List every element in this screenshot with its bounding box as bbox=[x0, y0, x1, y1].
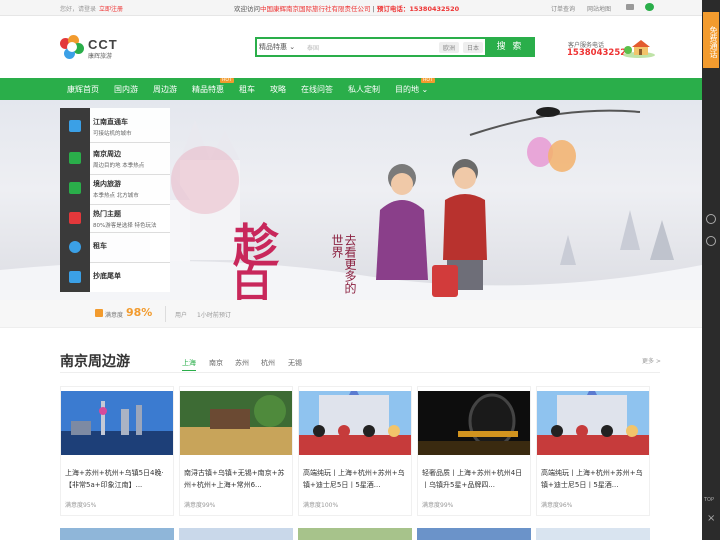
logo-subtitle: 康辉旅游 bbox=[88, 53, 113, 60]
close-icon[interactable]: × bbox=[707, 513, 715, 524]
section-title: 南京周边游 bbox=[60, 354, 130, 370]
tour-card[interactable]: 轻奢品质丨上海+苏州+杭州4日丨乌镇升5星+品牌四... 满意度99% bbox=[417, 386, 531, 516]
top-links: 订单查询 网站地图 bbox=[551, 4, 621, 13]
tour-satisfaction: 满意度96% bbox=[541, 502, 573, 509]
strip-tab: 用户 bbox=[175, 312, 188, 319]
tour-image bbox=[61, 391, 173, 455]
tour-image bbox=[537, 391, 649, 455]
tour-title[interactable]: 南浔古镇+乌镇+无锡+南京+苏州+杭州+上海+常州6... bbox=[184, 467, 290, 491]
tour-card[interactable]: 高端纯玩丨上海+杭州+苏州+乌镇+迪士尼5日丨5星酒... 满意度96% bbox=[536, 386, 650, 516]
banner-subtitle: 去看更多的世界 bbox=[330, 234, 357, 294]
tour-satisfaction: 满意度99% bbox=[422, 502, 454, 509]
menu-item[interactable]: 抄底尾单 bbox=[60, 262, 170, 292]
phone-icon[interactable] bbox=[706, 236, 716, 246]
menu-item[interactable]: 南京周边 周边目的地 本季热点 bbox=[60, 143, 170, 173]
back-to-top-button[interactable]: TOP bbox=[704, 497, 714, 503]
hotline: 预订电话：15380432520 bbox=[376, 5, 460, 13]
login-link[interactable]: 您好，请登录 bbox=[60, 6, 96, 13]
tab-shanghai[interactable]: 上海 bbox=[182, 358, 196, 371]
tab-nanjing[interactable]: 南京 bbox=[209, 358, 223, 368]
house-icon bbox=[623, 40, 655, 58]
search-tag[interactable]: 日本 bbox=[463, 42, 484, 53]
tour-card-preview[interactable] bbox=[60, 528, 174, 540]
tour-image bbox=[180, 391, 292, 455]
tab-wuxi[interactable]: 无锡 bbox=[288, 358, 302, 368]
hot-badge: HOT bbox=[421, 78, 435, 83]
tour-title[interactable]: 高端纯玩丨上海+杭州+苏州+乌镇+迪士尼5日丨5星酒... bbox=[541, 467, 647, 491]
tour-card[interactable]: 上海+苏州+杭州+乌镇5日4晚·【非常5a+印象江南】... 满意度95% bbox=[60, 386, 174, 516]
gate-icon bbox=[69, 212, 81, 224]
tab-hangzhou[interactable]: 杭州 bbox=[261, 358, 275, 368]
nav-car-rental[interactable]: 租车 bbox=[239, 84, 255, 95]
tour-satisfaction: 满意度99% bbox=[184, 502, 216, 509]
menu-item[interactable]: 热门主题 80%游客是选择 特色玩法 bbox=[60, 203, 170, 233]
tour-title[interactable]: 上海+苏州+杭州+乌镇5日4晚·【非常5a+印象江南】... bbox=[65, 467, 171, 491]
nav-destinations[interactable]: 目的地 ⌄ HOT bbox=[395, 78, 435, 95]
more-link[interactable]: 更多 > bbox=[642, 356, 661, 365]
tour-image bbox=[418, 391, 530, 455]
order-query-link[interactable]: 订单查询 bbox=[551, 6, 575, 13]
free-call-button[interactable]: 免费通话 bbox=[703, 12, 719, 68]
tour-card-preview[interactable] bbox=[298, 528, 412, 540]
banner-title-2: 白 bbox=[232, 261, 272, 301]
category-menu: 江南直通车 可接站机的城市 南京周边 周边目的地 本季热点 境内旅游 本季热点 … bbox=[60, 108, 170, 292]
welcome-text: 欢迎访问中国康辉南京国际旅行社有限责任公司 | 预订电话：15380432520 bbox=[234, 5, 460, 13]
menu-item[interactable]: 境内旅游 本季热点 北方城市 bbox=[60, 173, 170, 203]
hot-badge: HOT bbox=[220, 78, 234, 83]
logo-text[interactable]: CCT bbox=[88, 37, 118, 52]
tour-card[interactable]: 南浔古镇+乌镇+无锡+南京+苏州+杭州+上海+常州6... 满意度99% bbox=[179, 386, 293, 516]
car-icon bbox=[69, 241, 81, 253]
search-input[interactable]: 泰国 bbox=[307, 43, 319, 52]
train-icon bbox=[69, 152, 81, 164]
nav-nearby[interactable]: 周边游 bbox=[153, 84, 177, 95]
logo-icon[interactable] bbox=[60, 35, 84, 59]
tour-image bbox=[299, 391, 411, 455]
chat-icon[interactable] bbox=[706, 214, 716, 224]
nav-qa[interactable]: 在线问答 bbox=[301, 84, 333, 95]
satisfaction-label: 满意度 bbox=[105, 312, 124, 319]
wechat-icon[interactable] bbox=[645, 3, 654, 11]
tour-card-preview[interactable] bbox=[536, 528, 650, 540]
main-nav: 康辉首页 国内游 周边游 精品特惠 HOT 租车 攻略 在线问答 私人定制 目的地… bbox=[0, 78, 702, 100]
satisfaction-strip: 满意度 98% 用户 1小时前预订 bbox=[0, 300, 702, 328]
tour-satisfaction: 满意度95% bbox=[65, 502, 97, 509]
tour-title[interactable]: 高端纯玩丨上海+杭州+苏州+乌镇+迪士尼5日丨5星酒... bbox=[303, 467, 409, 491]
tour-title[interactable]: 轻奢品质丨上海+苏州+杭州4日丨乌镇升5星+品牌四... bbox=[422, 467, 528, 491]
plane-icon bbox=[69, 271, 81, 283]
nav-custom[interactable]: 私人定制 bbox=[348, 84, 380, 95]
nav-home[interactable]: 康辉首页 bbox=[67, 84, 99, 95]
search-bar: 精品特惠 ⌄ 泰国 欧洲 日本 搜 索 bbox=[255, 37, 535, 57]
register-link[interactable]: 立即注册 bbox=[99, 6, 123, 13]
temple-icon bbox=[69, 182, 81, 194]
satisfaction-value: 98% bbox=[126, 306, 153, 319]
search-button[interactable]: 搜 索 bbox=[485, 37, 535, 57]
strip-tab: 1小时前预订 bbox=[197, 312, 231, 319]
menu-item[interactable]: 租车 bbox=[60, 232, 170, 262]
menu-item[interactable]: 江南直通车 可接站机的城市 bbox=[60, 111, 170, 141]
right-sticky-bar: 免费通话 TOP × bbox=[702, 0, 720, 540]
mail-icon[interactable] bbox=[626, 4, 634, 10]
nav-deals[interactable]: 精品特惠 HOT bbox=[192, 78, 234, 95]
tour-card-preview[interactable] bbox=[179, 528, 293, 540]
tour-satisfaction: 满意度100% bbox=[303, 502, 339, 509]
top-bar: 您好，请登录 立即注册 欢迎访问中国康辉南京国际旅行社有限责任公司 | 预订电话：… bbox=[0, 0, 702, 16]
tour-card[interactable]: 高端纯玩丨上海+杭州+苏州+乌镇+迪士尼5日丨5星酒... 满意度100% bbox=[298, 386, 412, 516]
thumbs-up-icon bbox=[95, 309, 103, 317]
bus-icon bbox=[69, 120, 81, 132]
search-tag[interactable]: 欧洲 bbox=[439, 42, 460, 53]
sitemap-link[interactable]: 网站地图 bbox=[587, 6, 611, 13]
login-area: 您好，请登录 立即注册 bbox=[60, 4, 123, 13]
nav-domestic[interactable]: 国内游 bbox=[114, 84, 138, 95]
search-category-select[interactable]: 精品特惠 ⌄ bbox=[259, 42, 295, 52]
tab-suzhou[interactable]: 苏州 bbox=[235, 358, 249, 368]
nav-guides[interactable]: 攻略 bbox=[270, 84, 286, 95]
tour-card-preview[interactable] bbox=[417, 528, 531, 540]
